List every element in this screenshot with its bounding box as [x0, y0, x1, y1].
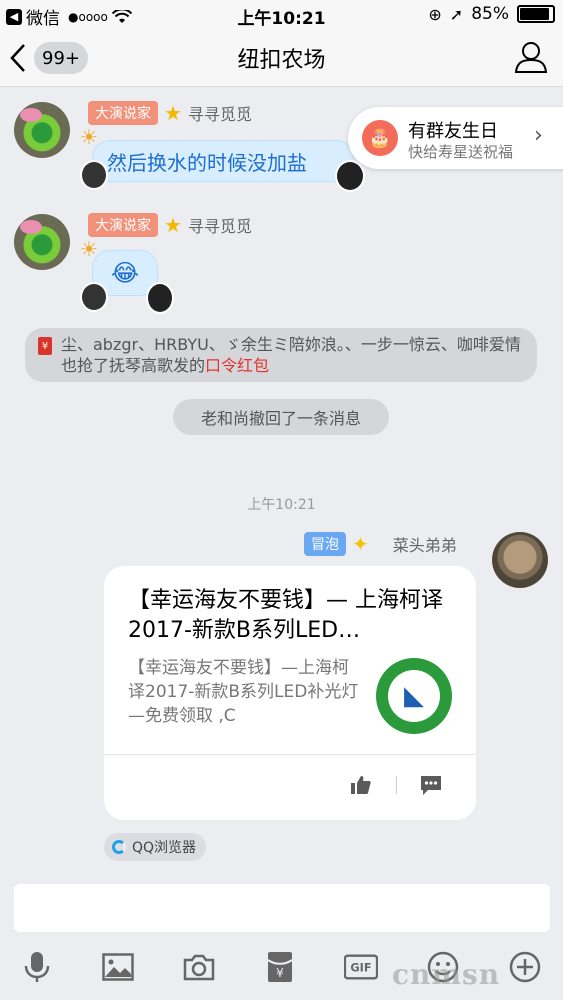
image-icon[interactable]	[101, 950, 135, 984]
camera-icon[interactable]	[182, 950, 216, 984]
thumbs-up-icon[interactable]	[350, 774, 372, 796]
battery-percent: 85%	[471, 4, 509, 24]
svg-text:GIF: GIF	[350, 961, 371, 975]
source-tag[interactable]: QQ浏览器	[104, 833, 207, 861]
birthday-title: 有群友生日	[408, 121, 498, 142]
title-tag: 大演说家	[88, 101, 158, 125]
comment-icon[interactable]	[420, 774, 442, 796]
gif-icon[interactable]: GIF	[344, 950, 378, 984]
svg-text:¥: ¥	[276, 966, 284, 980]
sticker-girl-icon	[80, 160, 108, 190]
sender-name[interactable]: 寻寻觅觅	[188, 101, 252, 125]
sticker-boy-icon	[146, 282, 174, 314]
notice-text: 尘、abzgr、HRBYU、ゞ余生ミ陪妳浪。、一步一惊云、咖啡爱情也抢了抚琴高歌…	[61, 335, 521, 375]
star-icon: ★	[164, 213, 182, 237]
message-input[interactable]	[14, 884, 550, 932]
mic-icon[interactable]	[20, 950, 54, 984]
recall-notice: 老和尚撤回了一条消息	[173, 399, 389, 435]
sender-name[interactable]: 菜头弟弟	[393, 532, 457, 556]
nav-bar: 99+ 纽扣农场	[0, 30, 563, 87]
chevron-right-icon: ›	[534, 123, 543, 148]
avatar[interactable]	[14, 102, 70, 158]
card-description: 【幸运海友不要钱】—上海柯译2017-新款B系列LED补光灯—免费领取 ,C	[128, 658, 359, 726]
redpacket-notice[interactable]: ¥ 尘、abzgr、HRBYU、ゞ余生ミ陪妳浪。、一步一惊云、咖啡爱情也抢了抚琴…	[25, 328, 537, 382]
source-label: QQ浏览器	[132, 840, 197, 856]
avatar[interactable]	[14, 214, 70, 270]
birthday-banner[interactable]: 🎂 有群友生日 快给寿星送祝福 ›	[348, 107, 563, 169]
link-card[interactable]: 【幸运海友不要钱】— 上海柯译2017-新款B系列LED… 【幸运海友不要钱】—…	[104, 566, 476, 820]
redpacket-link[interactable]: 口令红包	[205, 356, 269, 375]
timestamp: 上午10:21	[247, 497, 316, 513]
avatar[interactable]	[492, 532, 548, 588]
sparkle-icon: ✦	[352, 532, 369, 556]
battery-icon	[517, 5, 555, 23]
message-text: 然后换水的时候没加盐	[107, 150, 307, 175]
sender-name[interactable]: 寻寻觅觅	[188, 213, 252, 237]
sun-icon: ☀	[80, 125, 98, 149]
rotation-lock-icon: ⊕	[428, 4, 442, 24]
page-title: 纽扣农场	[237, 48, 326, 73]
qq-browser-icon	[112, 840, 126, 854]
star-icon: ★	[164, 101, 182, 125]
sticker-girl-icon	[80, 282, 108, 312]
card-thumbnail: ◣	[376, 658, 452, 734]
status-bar: ◀ 微信 ●oooo 上午10:21 ⊕ ➚ 85%	[0, 0, 563, 30]
location-icon: ➚	[449, 4, 464, 24]
message-bubble[interactable]: 然后换水的时候没加盐	[92, 140, 354, 182]
title-tag: 冒泡	[304, 532, 346, 556]
input-toolbar: ¥ GIF cnmsn	[0, 940, 563, 1000]
emoji-laugh-icon: 😂	[110, 259, 140, 287]
card-title: 【幸运海友不要钱】— 上海柯译2017-新款B系列LED…	[128, 588, 443, 643]
birthday-subtitle: 快给寿星送祝福	[408, 143, 514, 161]
redpacket-icon: ¥	[38, 337, 52, 355]
title-tag: 大演说家	[88, 213, 158, 237]
sticker-boy-icon	[335, 160, 365, 192]
group-members-icon[interactable]	[513, 40, 549, 74]
plus-icon[interactable]	[508, 950, 542, 984]
watermark: cnmsn	[392, 958, 501, 991]
cake-icon: 🎂	[362, 120, 398, 156]
redpacket-icon[interactable]: ¥	[263, 950, 297, 984]
